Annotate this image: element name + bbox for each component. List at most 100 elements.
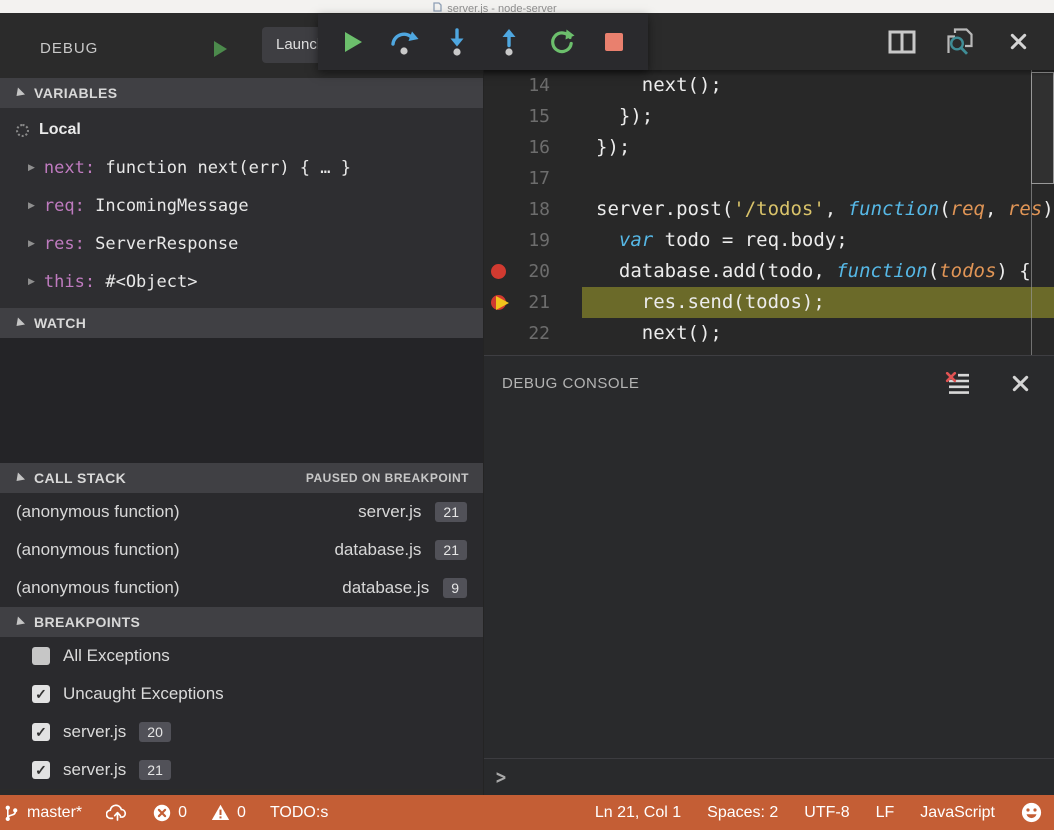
variable-row[interactable]: ▶next: function next(err) { … } — [0, 149, 483, 187]
breakpoint-gutter[interactable] — [484, 256, 514, 287]
statusbar-item-lf[interactable]: LF — [876, 804, 895, 822]
code-text[interactable]: database.add(todo, function(todos) { — [582, 256, 1054, 287]
breakpoint-label: server.js — [63, 722, 126, 742]
statusbar-item-0[interactable]: 0 — [211, 804, 246, 822]
debug-stop-button[interactable] — [597, 25, 631, 59]
statusbar-item-cloud-upload[interactable] — [106, 804, 129, 821]
breakpoint-checkbox[interactable]: ✓ — [32, 761, 50, 779]
close-icon[interactable] — [1004, 367, 1036, 399]
debug-console-panel: DEBUG CONSOLE > — [484, 355, 1054, 795]
code-text[interactable]: }); — [582, 101, 1054, 132]
breakpoint-gutter[interactable] — [484, 163, 514, 194]
section-header-variables[interactable]: VARIABLES — [0, 78, 483, 108]
section-header-breakpoints[interactable]: BREAKPOINTS — [0, 607, 483, 637]
callstack-frame-row[interactable]: (anonymous function)database.js21 — [0, 531, 483, 569]
section-header-watch[interactable]: WATCH — [0, 308, 483, 338]
code-token: ) { — [1042, 198, 1054, 220]
breakpoint-row[interactable]: ✓ Uncaught Exceptions — [0, 675, 483, 713]
statusbar-item-todo-s[interactable]: TODO:s — [270, 804, 328, 822]
code-text[interactable]: var todo = req.body; — [582, 225, 1054, 256]
statusbar-item-spaces-2[interactable]: Spaces: 2 — [707, 804, 778, 822]
callstack-frame-row[interactable]: (anonymous function)database.js9 — [0, 569, 483, 607]
breakpoint-checkbox[interactable]: ✓ — [32, 723, 50, 741]
debug-console-title: DEBUG CONSOLE — [502, 375, 912, 392]
statusbar-item-ln-21-col-1[interactable]: Ln 21, Col 1 — [595, 804, 681, 822]
variable-row[interactable]: ▶this: #<Object> — [0, 263, 483, 301]
code-token: next(); — [642, 74, 722, 96]
debug-step-into-button[interactable] — [440, 25, 474, 59]
code-line[interactable]: 20 database.add(todo, function(todos) { — [484, 256, 1054, 287]
editor-scrollbar-slider[interactable] — [1031, 72, 1054, 184]
code-line[interactable]: 14 next(); — [484, 70, 1054, 101]
statusbar-item-smiley[interactable] — [1021, 802, 1042, 823]
error-icon — [153, 804, 171, 822]
window-title: server.js - node-server — [447, 3, 556, 14]
breakpoint-row[interactable]: ✓ server.js 20 — [0, 713, 483, 751]
breakpoint-gutter[interactable] — [484, 70, 514, 101]
variable-value: IncomingMessage — [85, 196, 249, 216]
code-text[interactable]: }); — [582, 132, 1054, 163]
breakpoint-checkbox[interactable] — [32, 647, 50, 665]
debug-console-output[interactable] — [484, 411, 1054, 757]
debug-toolbar[interactable] — [318, 14, 648, 70]
cloud-upload-icon — [106, 804, 129, 821]
debug-step-out-button[interactable] — [492, 25, 526, 59]
breakpoint-gutter[interactable] — [484, 287, 514, 318]
clear-console-icon[interactable] — [942, 367, 974, 399]
paused-status-badge: PAUSED ON BREAKPOINT — [306, 471, 469, 485]
code-line[interactable]: 17 — [484, 163, 1054, 194]
line-number: 16 — [514, 132, 566, 163]
statusbar-label: master* — [27, 804, 82, 822]
section-twistie-icon — [13, 317, 25, 329]
debug-console-input[interactable]: > — [484, 758, 1054, 795]
callstack-frame-row[interactable]: (anonymous function)server.js21 — [0, 493, 483, 531]
breakpoint-gutter[interactable] — [484, 132, 514, 163]
chevron-right-icon: ▶ — [28, 239, 35, 249]
start-debug-icon[interactable] — [214, 41, 227, 57]
breakpoint-label: Uncaught Exceptions — [63, 684, 224, 704]
code-line[interactable]: 15 }); — [484, 101, 1054, 132]
statusbar-item-utf-8[interactable]: UTF-8 — [804, 804, 849, 822]
search-preview-icon[interactable] — [944, 26, 976, 58]
variable-row[interactable]: ▶res: ServerResponse — [0, 225, 483, 263]
breakpoint-dot-icon — [491, 264, 506, 279]
debug-step-over-button[interactable] — [387, 25, 421, 59]
code-text[interactable]: next(); — [582, 70, 1054, 101]
breakpoint-gutter[interactable] — [484, 101, 514, 132]
statusbar-item-javascript[interactable]: JavaScript — [920, 804, 995, 822]
code-text[interactable]: server.post('/todos', function(req, res)… — [582, 194, 1054, 225]
code-line[interactable]: 19 var todo = req.body; — [484, 225, 1054, 256]
frame-line-badge: 9 — [443, 578, 467, 598]
code-area[interactable]: 14 next();15 });16});1718server.post('/t… — [484, 70, 1054, 355]
breakpoint-line-badge: 20 — [139, 722, 171, 742]
line-number: 20 — [514, 256, 566, 287]
code-line[interactable]: 22 next(); — [484, 318, 1054, 349]
code-line[interactable]: 21 res.send(todos); — [484, 287, 1054, 318]
statusbar-item-0[interactable]: 0 — [153, 804, 187, 822]
section-header-call-stack[interactable]: CALL STACK PAUSED ON BREAKPOINT — [0, 463, 483, 493]
code-line[interactable]: 16}); — [484, 132, 1054, 163]
frame-line-badge: 21 — [435, 502, 467, 522]
debug-restart-button[interactable] — [544, 25, 578, 59]
debug-continue-button[interactable] — [335, 25, 369, 59]
os-titlebar: server.js - node-server — [0, 0, 1054, 13]
breakpoint-gutter[interactable] — [484, 194, 514, 225]
code-text[interactable] — [582, 163, 1054, 194]
statusbar-label: 0 — [178, 804, 187, 822]
code-token: }); — [619, 105, 653, 127]
breakpoint-checkbox[interactable]: ✓ — [32, 685, 50, 703]
frame-name: (anonymous function) — [16, 502, 358, 522]
variable-row[interactable]: ▶req: IncomingMessage — [0, 187, 483, 225]
close-icon[interactable] — [1002, 26, 1034, 58]
statusbar-item-master[interactable]: master* — [3, 804, 82, 822]
breakpoint-row[interactable]: ✓server.js21 — [0, 751, 483, 789]
breakpoint-row[interactable]: All Exceptions — [0, 637, 483, 675]
breakpoint-gutter[interactable] — [484, 318, 514, 349]
code-line[interactable]: 18server.post('/todos', function(req, re… — [484, 194, 1054, 225]
breakpoint-label: server.js — [63, 760, 126, 780]
breakpoint-gutter[interactable] — [484, 225, 514, 256]
split-editor-icon[interactable] — [886, 26, 918, 58]
code-text[interactable]: next(); — [582, 318, 1054, 349]
code-text[interactable]: res.send(todos); — [582, 287, 1054, 318]
scope-row[interactable]: Local — [0, 111, 483, 149]
